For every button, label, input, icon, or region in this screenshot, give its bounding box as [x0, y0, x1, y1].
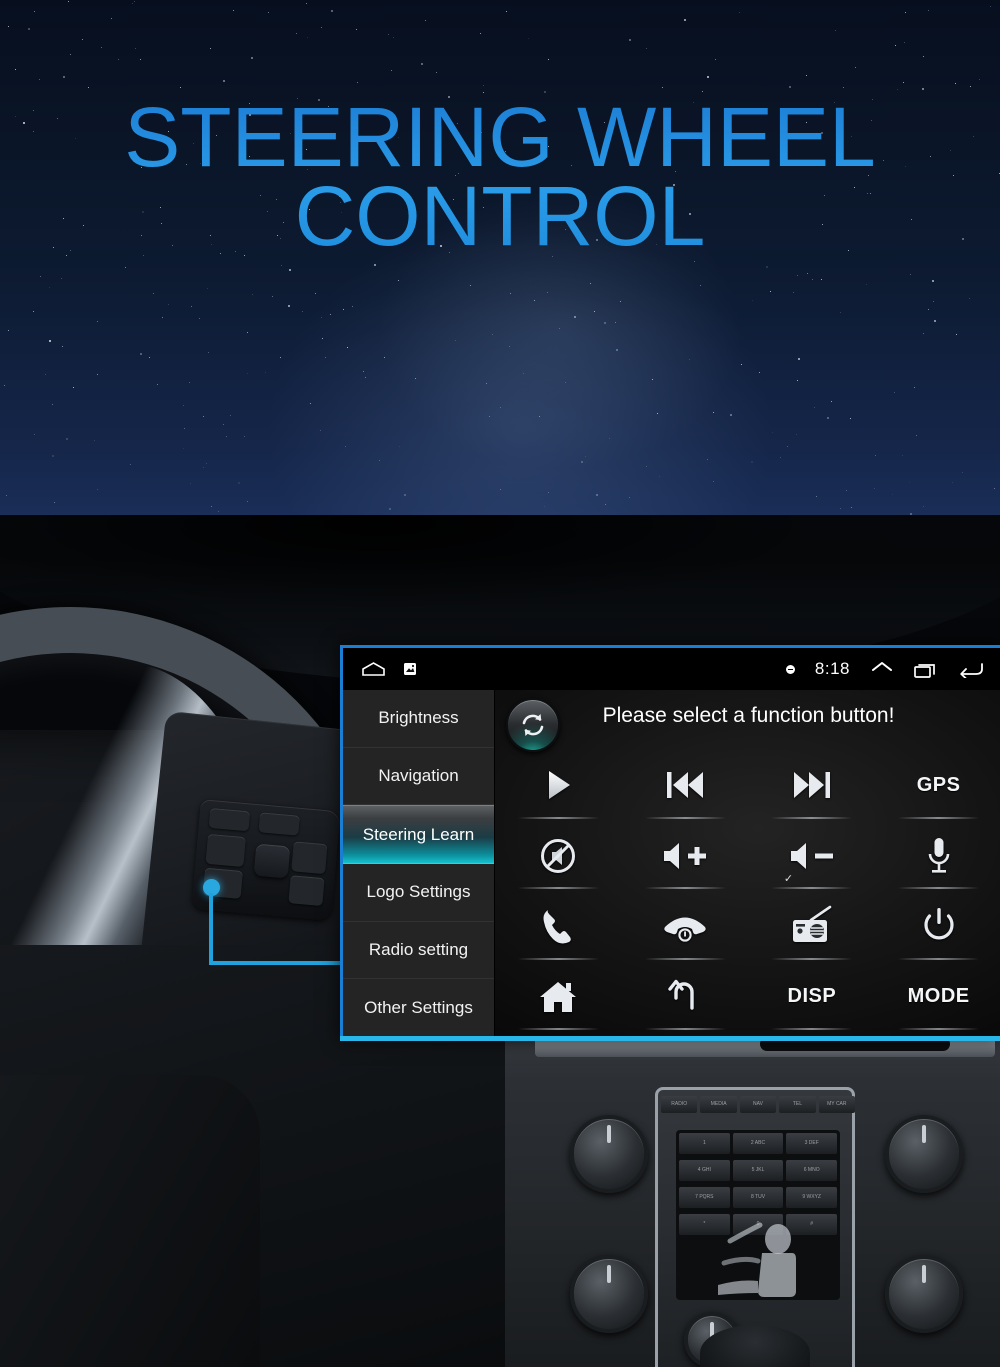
- sidebar-item-steering-learn[interactable]: Steering Learn: [343, 805, 494, 865]
- function-button-volume-down[interactable]: ✓: [749, 821, 876, 892]
- console-knob-top-left: [570, 1115, 648, 1193]
- keypad-key: 6 MNO: [786, 1160, 838, 1181]
- sidebar-item-logo-settings[interactable]: Logo Settings: [343, 864, 494, 922]
- swc-dpad: [253, 843, 291, 879]
- play-icon: [549, 771, 571, 800]
- function-button-call-hangup[interactable]: [622, 891, 749, 962]
- status-bar-clock: 8:18: [814, 659, 850, 678]
- sidebar-item-radio-setting[interactable]: Radio setting: [343, 922, 494, 980]
- sidebar-item-other-settings[interactable]: Other Settings: [343, 979, 494, 1036]
- back-arrow-icon[interactable]: [958, 661, 984, 678]
- learned-checkmark: ✓: [783, 873, 794, 885]
- sidebar-item-label: Other Settings: [364, 997, 473, 1017]
- page-title: STEERING WHEEL CONTROL: [0, 95, 1000, 258]
- sidebar-item-label: Navigation: [378, 766, 459, 785]
- sidebar-item-label: Steering Learn: [362, 824, 475, 844]
- swc-volume-up-button: [291, 841, 328, 875]
- keypad-row: 4 GHI 5 JKL 6 MNO: [676, 1157, 840, 1184]
- function-button-play[interactable]: [495, 750, 622, 821]
- power-icon: [924, 908, 954, 940]
- screenshot-icon[interactable]: [403, 662, 417, 676]
- swc-volume-down-button: [288, 875, 325, 907]
- callout-line-vertical: [209, 893, 213, 965]
- volume-down-icon: [790, 842, 833, 869]
- console-knob-bottom-right: [885, 1255, 963, 1333]
- panel-body: Brightness Navigation Steering Learn Log…: [343, 690, 1000, 1036]
- steering-learn-content: Please select a function button! GPS ✓ D…: [495, 690, 1000, 1036]
- previous-track-icon: [667, 772, 704, 799]
- swc-prev-button: [208, 807, 251, 832]
- sidebar-item-label: Logo Settings: [366, 882, 471, 902]
- function-button-call-answer[interactable]: [495, 891, 622, 962]
- sidebar-item-label: Radio setting: [368, 940, 469, 960]
- console-top-key-row: RADIO MEDIA NAV TEL MY CAR: [658, 1096, 858, 1113]
- panel-underline: [340, 1036, 1000, 1041]
- microphone-icon: [928, 837, 949, 873]
- sidebar-item-navigation[interactable]: Navigation: [343, 748, 494, 806]
- seat-climate-graphic: [718, 1222, 796, 1297]
- next-track-icon: [793, 772, 830, 799]
- settings-sidebar: Brightness Navigation Steering Learn Log…: [343, 690, 495, 1036]
- function-button-grid: GPS ✓ DISP MODE: [495, 750, 1000, 1032]
- function-button-disp[interactable]: DISP: [749, 962, 876, 1033]
- keypad-key: 3 DEF: [786, 1133, 838, 1154]
- swc-next-button: [258, 812, 300, 836]
- sidebar-item-brightness[interactable]: Brightness: [343, 690, 494, 748]
- hangup-icon: [664, 917, 706, 942]
- android-status-bar: 8:18: [343, 648, 1000, 690]
- function-button-back[interactable]: [622, 962, 749, 1033]
- keypad-row: 1 2 ABC 3 DEF: [676, 1130, 840, 1157]
- keypad-key: 2 ABC: [732, 1133, 784, 1154]
- do-not-disturb-icon: [785, 664, 795, 674]
- instruction-text: Please select a function button!: [602, 704, 895, 727]
- console-knob-bottom-left: [570, 1255, 648, 1333]
- function-button-mode[interactable]: MODE: [875, 962, 1000, 1033]
- sidebar-item-label: Brightness: [378, 708, 459, 728]
- keypad-key: 5 JKL: [732, 1160, 784, 1181]
- keypad-key: 4 GHI: [679, 1160, 730, 1181]
- back-icon: [668, 979, 694, 1010]
- function-button-label: MODE: [907, 985, 970, 1008]
- console-key: MY CAR: [818, 1096, 856, 1113]
- function-button-label: GPS: [916, 773, 961, 796]
- function-button-next-track[interactable]: [749, 750, 876, 821]
- console-key: TEL: [779, 1096, 816, 1113]
- function-button-volume-up[interactable]: [622, 821, 749, 892]
- phone-icon: [543, 910, 572, 944]
- keypad-key: 1: [679, 1133, 730, 1154]
- callout-line-horizontal: [209, 961, 344, 965]
- function-button-home[interactable]: [495, 962, 622, 1033]
- function-button-voice[interactable]: [875, 821, 1000, 892]
- home-outline-icon[interactable]: [361, 661, 386, 677]
- status-bar-left: [361, 661, 417, 677]
- function-button-radio[interactable]: [749, 891, 876, 962]
- console-key: MEDIA: [700, 1096, 737, 1113]
- mute-icon: [541, 838, 576, 873]
- console-key: NAV: [739, 1096, 777, 1113]
- swc-bluetooth-button: [205, 833, 246, 868]
- status-bar-right: 8:18: [785, 659, 990, 679]
- function-button-mute[interactable]: [495, 821, 622, 892]
- home-icon: [540, 981, 577, 1012]
- door-panel: [0, 1075, 260, 1367]
- function-button-label: DISP: [787, 985, 837, 1008]
- function-button-power[interactable]: [875, 891, 1000, 962]
- function-button-gps[interactable]: GPS: [875, 750, 1000, 821]
- chevron-up-icon[interactable]: [870, 661, 894, 677]
- head-unit-screen: 8:18 Brightness Navigation Steering Lear…: [340, 645, 1000, 1039]
- console-key: RADIO: [661, 1096, 698, 1113]
- promo-page: STEERING WHEEL CONTROL RADIO MEDIA NAV T…: [0, 0, 1000, 1367]
- console-knob-top-right: [885, 1115, 963, 1193]
- radio-icon: [792, 905, 832, 943]
- function-button-previous-track[interactable]: [622, 750, 749, 821]
- volume-up-icon: [664, 842, 707, 869]
- recents-icon[interactable]: [914, 661, 938, 678]
